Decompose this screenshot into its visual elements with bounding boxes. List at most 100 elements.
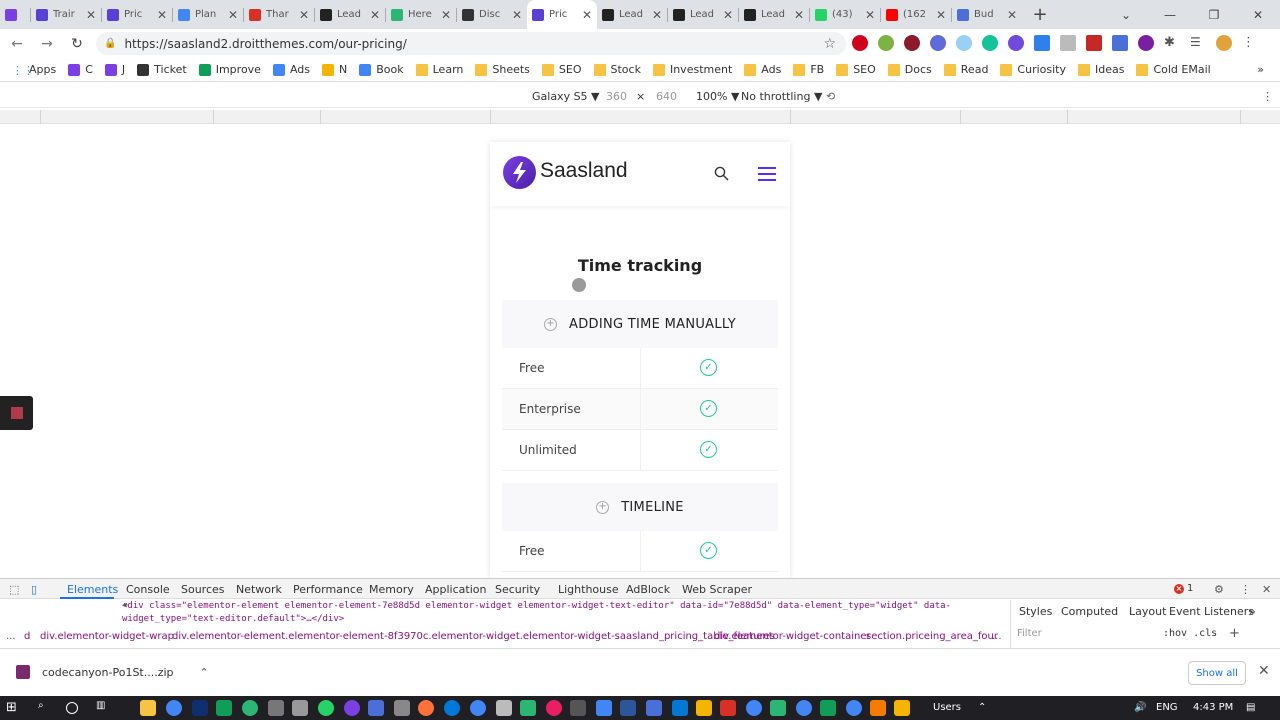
- chevron-up-icon[interactable]: ⌃: [200, 666, 209, 679]
- hamburger-menu-icon[interactable]: [758, 167, 776, 185]
- device-toggle-icon[interactable]: ▯: [31, 583, 37, 596]
- app-icon[interactable]: [216, 700, 232, 716]
- app-icon[interactable]: [242, 700, 258, 716]
- extension-icon[interactable]: [1008, 35, 1024, 51]
- app-icon[interactable]: [820, 700, 836, 716]
- styles-filter-input[interactable]: Filter: [1017, 628, 1042, 639]
- bookmark-item[interactable]: Ideas: [1078, 63, 1124, 76]
- app-icon[interactable]: [496, 700, 512, 716]
- devtools-tab-performance[interactable]: Performance: [293, 583, 363, 596]
- app-icon[interactable]: [394, 700, 410, 716]
- close-tab-icon[interactable]: ✕: [512, 8, 522, 22]
- app-icon[interactable]: [546, 700, 562, 716]
- browser-tab[interactable]: Pric ✕: [102, 0, 172, 29]
- new-tab-button[interactable]: +: [1028, 3, 1052, 27]
- error-count-badge[interactable]: × 1: [1174, 583, 1193, 594]
- app-icon[interactable]: [720, 700, 736, 716]
- devtools-tab-network[interactable]: Network: [236, 583, 282, 596]
- bookmark-item[interactable]: N: [322, 63, 347, 76]
- search-icon[interactable]: ⌕: [38, 700, 54, 716]
- search-icon[interactable]: [714, 166, 729, 184]
- browser-tab[interactable]: (162 ✕: [881, 0, 951, 29]
- back-icon[interactable]: ←: [4, 31, 30, 57]
- bookmark-item[interactable]: SEO: [541, 63, 582, 76]
- bookmark-item[interactable]: Docs: [887, 63, 932, 76]
- file-explorer-icon[interactable]: [140, 700, 156, 716]
- vscode-icon[interactable]: [672, 700, 688, 716]
- app-icon[interactable]: [368, 700, 384, 716]
- tab-search-icon[interactable]: ⌄: [1104, 0, 1148, 29]
- browser-tab[interactable]: ✕: [0, 0, 30, 29]
- app-icon[interactable]: [646, 700, 662, 716]
- browser-tab[interactable]: (43) ✕: [810, 0, 880, 29]
- settings-gear-icon[interactable]: ⚙: [1214, 583, 1224, 596]
- address-bar[interactable]: 🔒 https://saasland2.droitthemes.com/our-…: [96, 32, 846, 55]
- devtools-tab-lighthouse[interactable]: Lighthouse: [558, 583, 619, 596]
- bookmark-item[interactable]: Ads: [744, 63, 781, 76]
- dom-breadcrumb[interactable]: section.priceing_area_four: [866, 631, 998, 642]
- reading-list-icon[interactable]: ☰: [1190, 35, 1206, 51]
- chrome-taskbar-icon[interactable]: [846, 700, 862, 716]
- site-logo-text[interactable]: Saasland: [540, 159, 628, 183]
- task-view-icon[interactable]: ▥: [96, 700, 112, 716]
- close-tab-icon[interactable]: ✕: [582, 8, 592, 22]
- close-tab-icon[interactable]: ✕: [299, 8, 309, 22]
- close-window-button[interactable]: ✕: [1236, 0, 1280, 29]
- extension-icon[interactable]: [904, 35, 920, 51]
- bookmark-item[interactable]: J: [104, 63, 125, 76]
- bookmark-item[interactable]: Learn: [415, 63, 463, 76]
- forward-icon[interactable]: →: [34, 31, 60, 57]
- app-icon[interactable]: [696, 700, 712, 716]
- dom-breadcrumb[interactable]: div.elementor-widget-wrap: [40, 631, 174, 642]
- styles-subtab[interactable]: »: [1249, 605, 1256, 618]
- chrome-taskbar-icon[interactable]: [796, 700, 812, 716]
- device-toolbar-menu-icon[interactable]: ⋮: [1262, 90, 1273, 103]
- dom-breadcrumb[interactable]: div.elementor-element.elementor-element-…: [172, 631, 775, 642]
- windows-start-icon[interactable]: ⊞: [6, 700, 22, 716]
- puzzle-extensions-icon[interactable]: ✱: [1164, 35, 1180, 51]
- bookmark-item[interactable]: ⋮⋮ Apps: [12, 63, 56, 77]
- close-downloads-bar-icon[interactable]: ✕: [1258, 663, 1270, 679]
- bookmark-item[interactable]: Sheets: [475, 63, 530, 76]
- bookmark-star-icon[interactable]: ☆: [823, 36, 836, 52]
- app-icon[interactable]: [268, 700, 284, 716]
- browser-tab[interactable]: Pric ✕: [527, 0, 597, 29]
- photoshop-icon[interactable]: [192, 700, 208, 716]
- bookmark-item[interactable]: Curiosity: [1000, 63, 1066, 76]
- bookmark-item[interactable]: FB: [793, 63, 824, 76]
- close-tab-icon[interactable]: ✕: [228, 8, 238, 22]
- browser-tab[interactable]: Lead ✕: [739, 0, 809, 29]
- devtools-tab-sources[interactable]: Sources: [181, 583, 225, 596]
- expand-node-icon[interactable]: ▸: [124, 600, 128, 609]
- browser-tab[interactable]: Disc ✕: [457, 0, 527, 29]
- devtools-tab-web-scraper[interactable]: Web Scraper: [682, 583, 752, 596]
- bookmark-item[interactable]: C: [68, 63, 93, 76]
- whatsapp-icon[interactable]: [318, 700, 334, 716]
- browser-tab[interactable]: Lead ✕: [315, 0, 385, 29]
- firefox-icon[interactable]: [418, 700, 434, 716]
- devtools-tab-elements[interactable]: Elements: [67, 583, 118, 596]
- bookmark-item[interactable]: SEO: [836, 63, 876, 76]
- dom-breadcrumb[interactable]: div.elementor-widget-container: [714, 631, 871, 642]
- close-tab-icon[interactable]: ✕: [1007, 8, 1017, 22]
- close-tab-icon[interactable]: ✕: [723, 8, 733, 22]
- dom-tree-selected-node[interactable]: <div class="elementor-element elementor-…: [122, 600, 992, 626]
- styles-subtab[interactable]: Styles: [1019, 605, 1052, 618]
- app-icon[interactable]: [292, 700, 308, 716]
- browser-tab[interactable]: Lead ✕: [668, 0, 738, 29]
- bookmark-item[interactable]: Cold EMail: [1136, 63, 1211, 76]
- devtools-tab-memory[interactable]: Memory: [369, 583, 414, 596]
- profile-avatar[interactable]: [1216, 35, 1232, 51]
- styles-subtab[interactable]: Layout: [1129, 605, 1166, 618]
- styles-subtab[interactable]: Event Listeners: [1169, 605, 1254, 618]
- hov-cls-toggle[interactable]: :hov .cls: [1163, 628, 1217, 639]
- restore-button[interactable]: ❐: [1192, 0, 1236, 29]
- close-tab-icon[interactable]: ✕: [157, 8, 167, 22]
- close-tab-icon[interactable]: ✕: [936, 8, 946, 22]
- close-tab-icon[interactable]: ✕: [794, 8, 804, 22]
- clock-time[interactable]: 4:43 PM: [1193, 702, 1233, 713]
- bookmark-item[interactable]: Stock: [593, 63, 641, 76]
- devtools-tab-application[interactable]: Application: [425, 583, 486, 596]
- opera-extension-icon[interactable]: [852, 35, 868, 51]
- input-language-label[interactable]: ENG: [1156, 702, 1178, 713]
